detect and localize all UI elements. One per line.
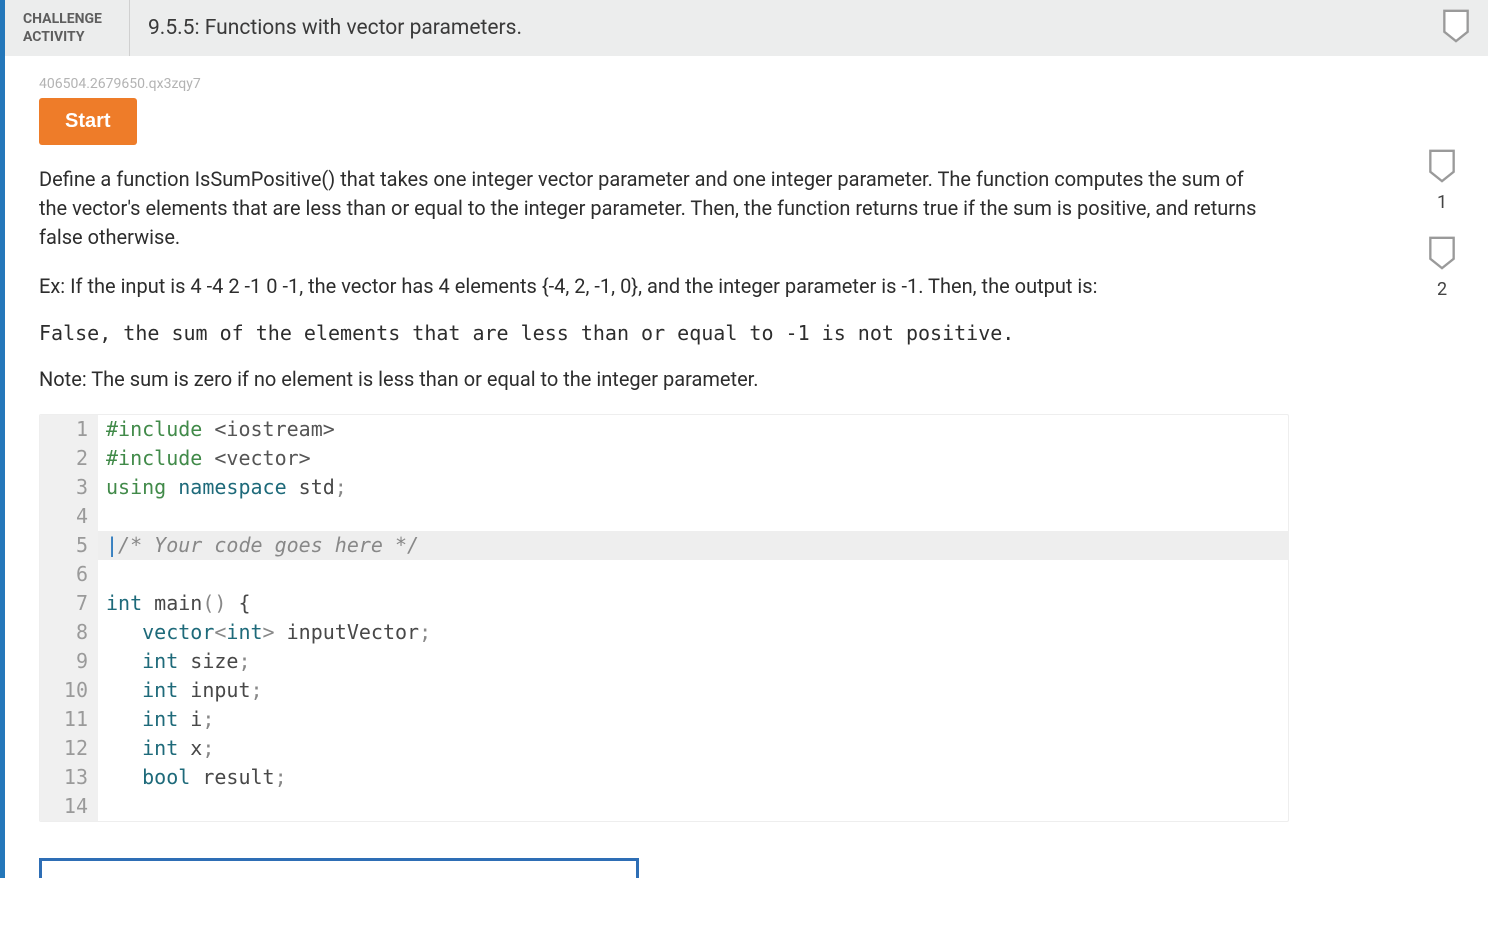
code-line[interactable]: #include <vector> <box>98 444 1288 473</box>
code-line[interactable]: int x; <box>98 734 1288 763</box>
shield-icon <box>1428 235 1456 271</box>
line-number: 10 <box>40 676 98 705</box>
code-line[interactable]: // Read the vector's size, and then the … <box>98 821 1288 822</box>
line-number: 2 <box>40 444 98 473</box>
line-number: 11 <box>40 705 98 734</box>
code-editor[interactable]: 1#include <iostream> 2#include <vector> … <box>39 414 1289 822</box>
output-panel-top-border <box>39 858 639 878</box>
step-1[interactable]: 1 <box>1426 148 1458 213</box>
step-number: 1 <box>1437 192 1447 213</box>
line-number: 8 <box>40 618 98 647</box>
line-number: 7 <box>40 589 98 618</box>
code-line[interactable]: int input; <box>98 676 1288 705</box>
code-line[interactable]: using namespace std; <box>98 473 1288 502</box>
text-cursor: | <box>106 533 118 557</box>
prompt-paragraph-1: Define a function IsSumPositive() that t… <box>39 165 1269 252</box>
code-line[interactable] <box>98 502 1288 531</box>
code-line[interactable] <box>98 792 1288 821</box>
line-number: 3 <box>40 473 98 502</box>
step-2[interactable]: 2 <box>1426 235 1458 300</box>
line-number: 12 <box>40 734 98 763</box>
challenge-header: CHALLENGE ACTIVITY 9.5.5: Functions with… <box>5 0 1488 56</box>
line-number: 9 <box>40 647 98 676</box>
challenge-label: CHALLENGE ACTIVITY <box>5 0 130 56</box>
completion-shield-icon <box>1442 8 1470 49</box>
prompt-paragraph-3: Note: The sum is zero if no element is l… <box>39 365 1269 394</box>
line-number: 1 <box>40 415 98 444</box>
line-number: 13 <box>40 763 98 792</box>
code-line[interactable]: int i; <box>98 705 1288 734</box>
code-line[interactable]: int size; <box>98 647 1288 676</box>
code-line-active[interactable]: |/* Your code goes here */ <box>98 531 1288 560</box>
line-number: 14 <box>40 792 98 821</box>
challenge-title: 9.5.5: Functions with vector parameters. <box>130 0 540 56</box>
line-number: 5 <box>40 531 98 560</box>
activity-hash: 406504.2679650.qx3zqy7 <box>39 76 1454 92</box>
prompt-paragraph-2: Ex: If the input is 4 -4 2 -1 0 -1, the … <box>39 272 1269 301</box>
code-line[interactable]: bool result; <box>98 763 1288 792</box>
code-line[interactable]: vector<int> inputVector; <box>98 618 1288 647</box>
code-line[interactable] <box>98 560 1288 589</box>
line-number: 6 <box>40 560 98 589</box>
step-indicator: 1 2 <box>1426 148 1458 322</box>
line-number: 15 <box>40 821 98 822</box>
challenge-label-line1: CHALLENGE <box>23 11 102 27</box>
start-button[interactable]: Start <box>39 98 137 145</box>
shield-icon <box>1428 148 1456 184</box>
line-number: 4 <box>40 502 98 531</box>
code-line[interactable]: #include <iostream> <box>98 415 1288 444</box>
step-number: 2 <box>1437 279 1447 300</box>
example-output: False, the sum of the elements that are … <box>39 321 1454 345</box>
challenge-label-line2: ACTIVITY <box>23 29 85 45</box>
code-line[interactable]: int main() { <box>98 589 1288 618</box>
